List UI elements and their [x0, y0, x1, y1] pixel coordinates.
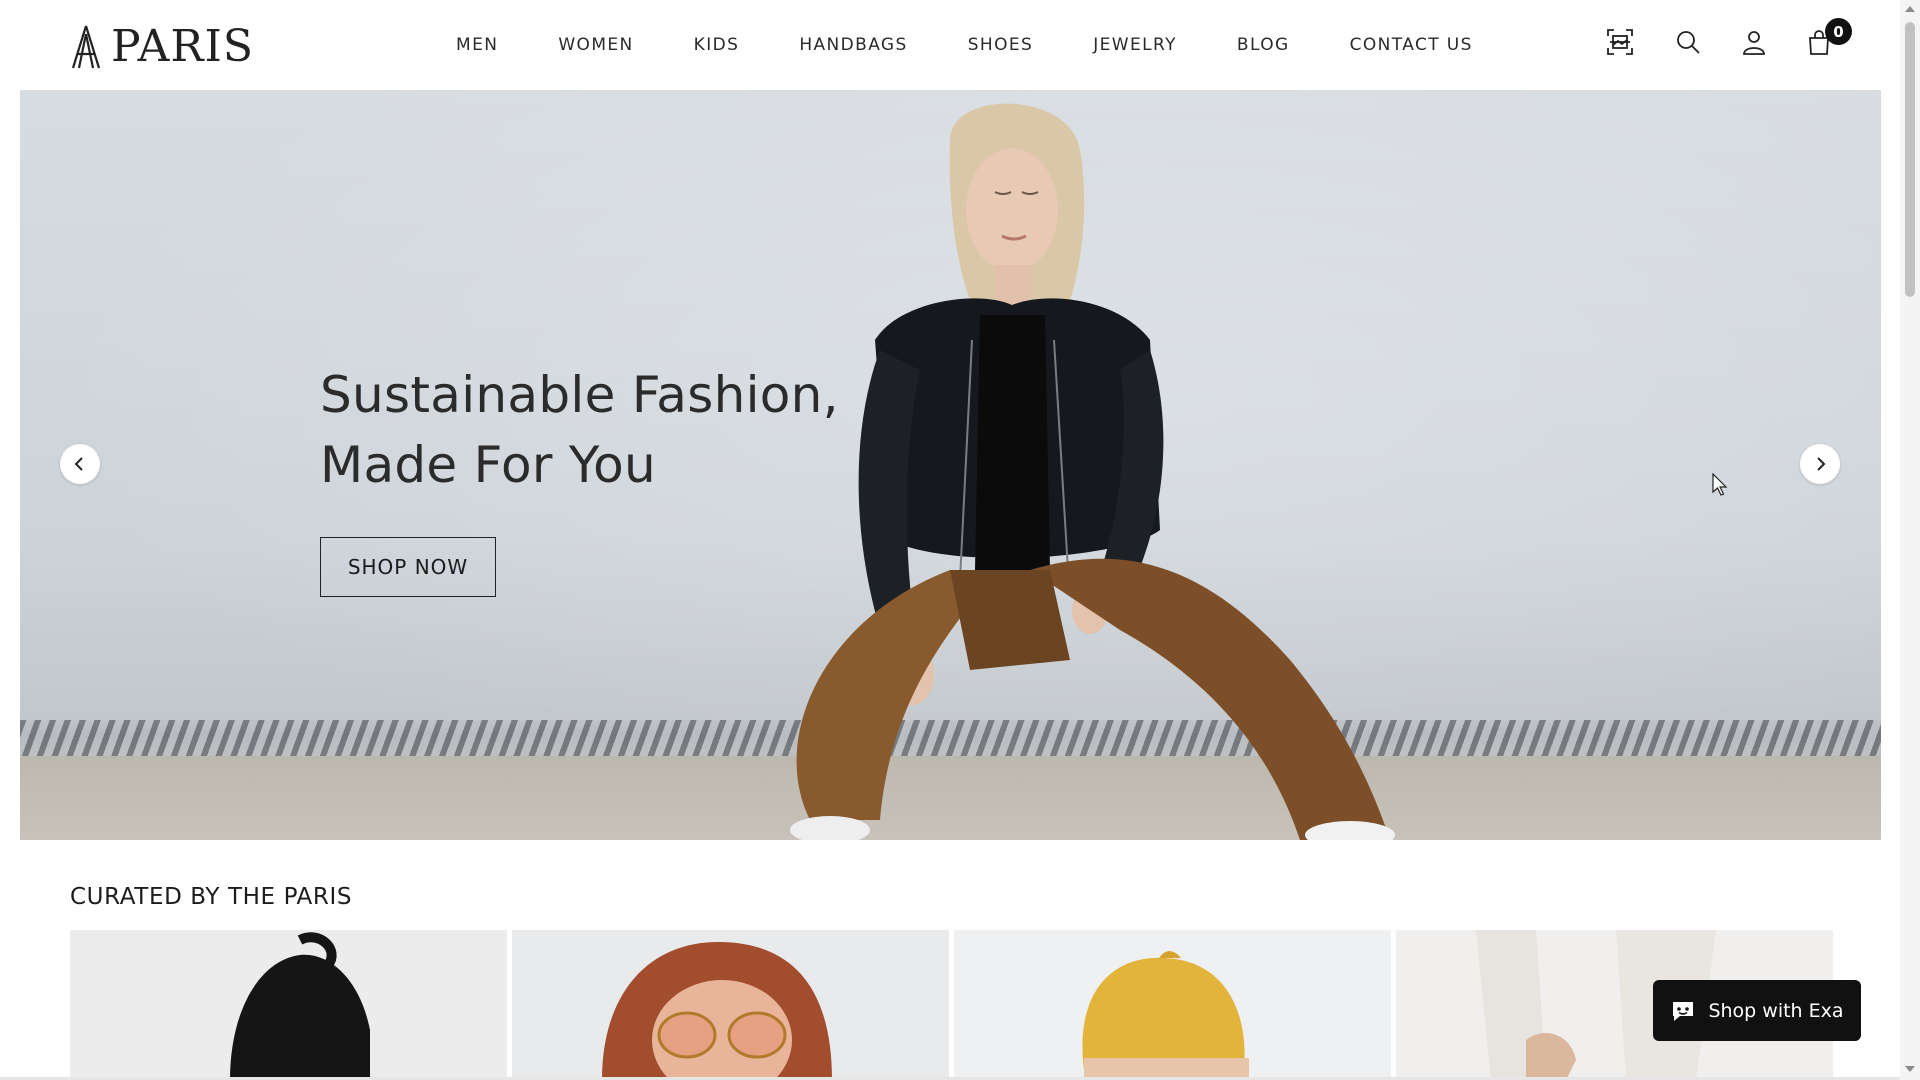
visual-search-icon[interactable]: [1606, 28, 1634, 56]
curated-tile-1[interactable]: [70, 930, 507, 1080]
account-icon[interactable]: [1740, 28, 1768, 56]
shop-now-button[interactable]: SHOP NOW: [320, 537, 496, 597]
chat-icon: [1673, 1001, 1694, 1021]
logo-mark-icon: [71, 25, 101, 69]
nav-item-handbags[interactable]: HANDBAGS: [799, 34, 907, 56]
cart-count-badge: 0: [1825, 18, 1852, 45]
brand-logo[interactable]: PARIS: [69, 24, 254, 70]
hero-heading: Sustainable Fashion, Made For You: [320, 360, 839, 500]
logo-text: PARIS: [111, 21, 254, 72]
curated-tiles: [70, 930, 1833, 1080]
mouse-pointer-icon: [1712, 473, 1728, 496]
curated-image-3: [954, 930, 1391, 1080]
scroll-thumb[interactable]: [1905, 22, 1915, 297]
page-scrollbar[interactable]: [1900, 0, 1920, 1080]
hero-heading-line-1: Sustainable Fashion,: [320, 366, 839, 424]
chevron-left-icon: [74, 457, 83, 471]
nav-item-men[interactable]: MEN: [456, 34, 498, 56]
search-icon[interactable]: [1674, 28, 1702, 56]
curated-image-2: [512, 930, 949, 1080]
nav-item-blog[interactable]: BLOG: [1237, 34, 1290, 56]
header-actions: 0: [1606, 18, 1852, 56]
nav-item-contact-us[interactable]: CONTACT US: [1350, 34, 1473, 56]
curated-tile-2[interactable]: [512, 930, 949, 1080]
nav-item-jewelry[interactable]: JEWELRY: [1093, 34, 1177, 56]
scroll-up-icon[interactable]: [1905, 6, 1915, 12]
nav-item-kids[interactable]: KIDS: [694, 34, 740, 56]
main-nav: MEN WOMEN KIDS HANDBAGS SHOES JEWELRY BL…: [456, 34, 1473, 56]
hero-heading-line-2: Made For You: [320, 436, 656, 494]
carousel-prev-button[interactable]: [60, 444, 100, 484]
cart-icon[interactable]: 0: [1805, 18, 1852, 56]
nav-item-shoes[interactable]: SHOES: [968, 34, 1034, 56]
nav-item-women[interactable]: WOMEN: [558, 34, 633, 56]
hero-banner[interactable]: Sustainable Fashion, Made For You SHOP N…: [20, 90, 1881, 840]
shop-with-exa-button[interactable]: Shop with Exa: [1653, 980, 1861, 1041]
curated-section-title: CURATED BY THE PARIS: [70, 884, 353, 910]
carousel-next-button[interactable]: [1800, 444, 1840, 484]
chat-label: Shop with Exa: [1708, 999, 1844, 1022]
site-header: PARIS MEN WOMEN KIDS HANDBAGS SHOES JEWE…: [0, 0, 1900, 90]
curated-tile-3[interactable]: [954, 930, 1391, 1080]
curated-image-1: [70, 930, 507, 1080]
chevron-right-icon: [1817, 457, 1826, 471]
scroll-down-icon[interactable]: [1905, 1066, 1915, 1072]
